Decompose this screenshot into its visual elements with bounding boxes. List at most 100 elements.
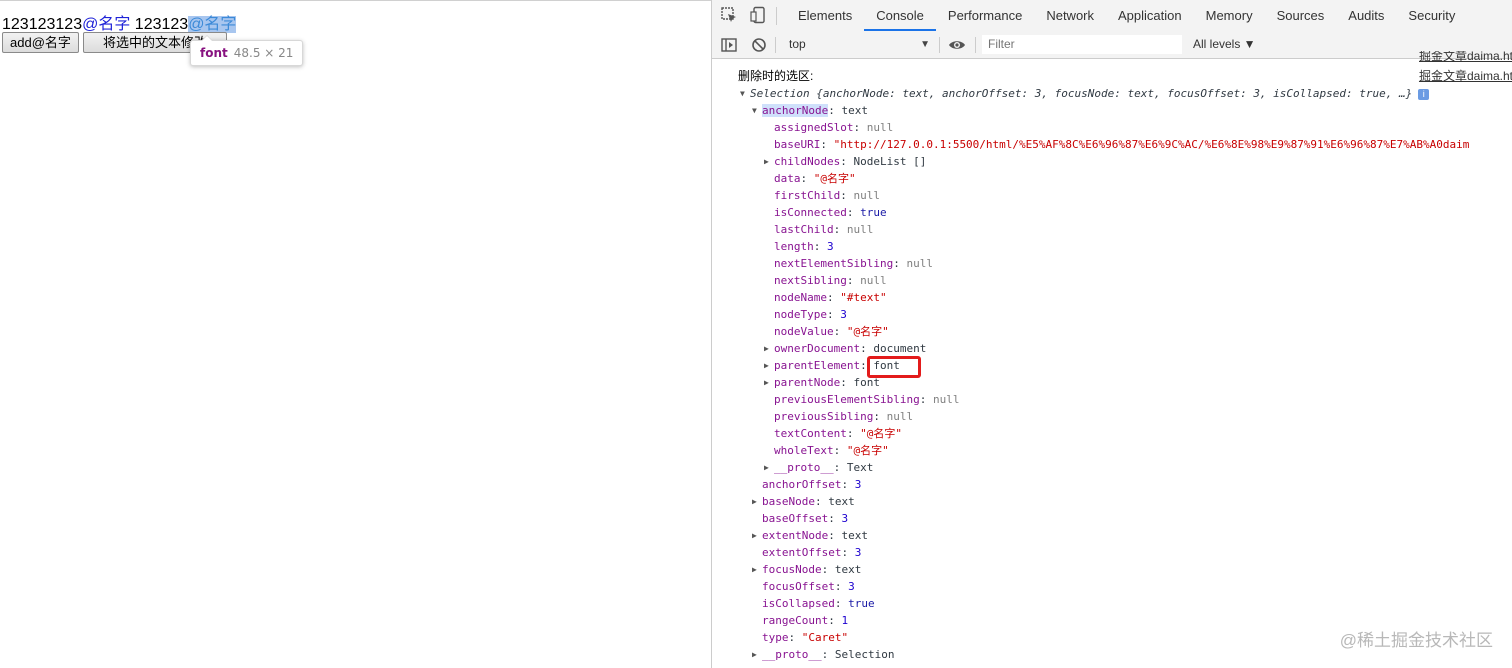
property-row[interactable]: ▶ parentNode: font bbox=[764, 374, 880, 391]
expand-triangle-icon[interactable]: ▶ bbox=[752, 646, 757, 663]
console-toolbar: top ▼ All levels ▼ bbox=[712, 31, 1512, 59]
tab-network[interactable]: Network bbox=[1034, 0, 1106, 31]
property-row[interactable]: ▶ focusNode: text bbox=[752, 561, 861, 578]
property-key: extentNode bbox=[762, 529, 829, 542]
console-filter-input[interactable] bbox=[982, 35, 1182, 54]
property-row[interactable]: ▶ ownerDocument: document bbox=[764, 340, 926, 357]
tab-performance[interactable]: Performance bbox=[936, 0, 1034, 31]
property-key: parentNode bbox=[774, 376, 841, 389]
source-link-top[interactable]: 掘金文章daima.ht bbox=[1419, 51, 1512, 63]
selected-mention-tag[interactable]: @名字 bbox=[188, 16, 237, 33]
property-value: "http://127.0.0.1:5500/html/%E5%AF%8C%E6… bbox=[833, 138, 1470, 151]
console-output: 掘金文章daima.ht 删除时的选区: 掘金文章daima.ht ▼ Selec… bbox=[712, 51, 1512, 668]
property-value: null bbox=[932, 393, 960, 406]
property-row: baseURI: "http://127.0.0.1:5500/html/%E5… bbox=[774, 136, 1469, 153]
property-row: isCollapsed: true bbox=[762, 595, 875, 612]
property-key: rangeCount bbox=[762, 614, 829, 627]
expanded-triangle-icon[interactable]: ▼ bbox=[752, 102, 757, 119]
property-row: nodeValue: "@名字" bbox=[774, 323, 889, 340]
tab-security[interactable]: Security bbox=[1396, 0, 1467, 31]
property-row: firstChild: null bbox=[774, 187, 880, 204]
tab-audits[interactable]: Audits bbox=[1336, 0, 1396, 31]
property-value: 3 bbox=[841, 512, 849, 525]
expand-triangle-icon[interactable]: ▶ bbox=[764, 357, 769, 374]
expand-triangle-icon[interactable]: ▶ bbox=[764, 340, 769, 357]
property-row[interactable]: ▶ __proto__: Selection bbox=[752, 646, 894, 663]
property-value: true bbox=[848, 597, 875, 610]
expanded-triangle-icon[interactable]: ▼ bbox=[740, 85, 745, 102]
tab-application[interactable]: Application bbox=[1106, 0, 1194, 31]
property-key: __proto__ bbox=[762, 648, 822, 661]
toolbar-separator bbox=[775, 37, 776, 53]
property-colon: : bbox=[834, 597, 849, 610]
log-message: 删除时的选区: bbox=[738, 69, 814, 83]
text-middle: 123123 bbox=[130, 16, 189, 33]
element-inspect-tooltip: font 48.5 × 21 bbox=[190, 35, 304, 66]
parent-element-highlight-box bbox=[867, 356, 921, 378]
property-row[interactable]: ▶ childNodes: NodeList [] bbox=[764, 153, 926, 170]
tab-elements[interactable]: Elements bbox=[786, 0, 864, 31]
expand-triangle-icon[interactable]: ▶ bbox=[764, 374, 769, 391]
context-selector-label: top bbox=[789, 37, 806, 51]
property-value: 3 bbox=[840, 308, 847, 321]
property-key: nextElementSibling bbox=[774, 257, 894, 270]
editable-text-line[interactable]: 123123123@名字 123123@名字 bbox=[2, 10, 237, 34]
property-colon: : bbox=[820, 138, 834, 151]
log-levels-dropdown[interactable]: All levels ▼ bbox=[1193, 31, 1256, 58]
property-colon: : bbox=[828, 529, 842, 542]
property-row: nodeType: 3 bbox=[774, 306, 847, 323]
property-key: nodeValue bbox=[774, 325, 834, 338]
property-colon: : bbox=[841, 546, 855, 559]
tab-memory[interactable]: Memory bbox=[1194, 0, 1265, 31]
property-colon: : bbox=[814, 495, 829, 508]
tab-console[interactable]: Console bbox=[864, 0, 936, 31]
property-value: null bbox=[860, 274, 887, 287]
text-prefix: 123123123 bbox=[2, 16, 83, 33]
property-colon: : bbox=[788, 631, 802, 644]
add-mention-button[interactable]: add@名字 bbox=[2, 32, 79, 53]
device-toolbar-icon[interactable] bbox=[750, 6, 768, 24]
property-value: text bbox=[828, 495, 855, 508]
anchor-node-row[interactable]: ▼ anchorNode: text bbox=[752, 102, 868, 119]
watermark-text: @稀土掘金技术社区 bbox=[1339, 631, 1493, 650]
chevron-down-icon: ▼ bbox=[920, 39, 930, 50]
property-value: "@名字" bbox=[860, 427, 902, 440]
property-colon: : bbox=[840, 189, 854, 202]
expand-triangle-icon[interactable]: ▶ bbox=[752, 527, 757, 544]
property-colon: : bbox=[860, 342, 874, 355]
property-value: 3 bbox=[827, 240, 834, 253]
property-row: rangeCount: 1 bbox=[762, 612, 848, 629]
expand-triangle-icon[interactable]: ▶ bbox=[752, 493, 757, 510]
context-selector[interactable]: top ▼ bbox=[782, 31, 930, 58]
toolbar-separator bbox=[939, 37, 940, 53]
property-key: isCollapsed bbox=[762, 597, 835, 610]
property-row[interactable]: ▶ extentNode: text bbox=[752, 527, 868, 544]
selection-object-summary[interactable]: ▼ Selection {anchorNode: text, anchorOffs… bbox=[740, 85, 1430, 102]
property-row[interactable]: ▶ baseNode: text bbox=[752, 493, 855, 510]
property-row[interactable]: ▶ __proto__: Text bbox=[764, 459, 873, 476]
mention-tag[interactable]: @名字 bbox=[82, 16, 130, 33]
property-key: extentOffset bbox=[762, 546, 842, 559]
source-link[interactable]: 掘金文章daima.ht bbox=[1419, 68, 1512, 85]
show-sidebar-icon[interactable] bbox=[720, 36, 738, 54]
page-viewport: 123123123@名字 123123@名字 add@名字 将选中的文本修改 f… bbox=[0, 0, 711, 668]
expand-triangle-icon[interactable]: ▶ bbox=[764, 459, 769, 476]
property-colon: : bbox=[834, 580, 849, 593]
devtools-panel: Elements Console Performance Network Applica… bbox=[711, 0, 1512, 668]
property-row: data: "@名字" bbox=[774, 170, 856, 187]
expand-triangle-icon[interactable]: ▶ bbox=[764, 153, 769, 170]
property-row: textContent: "@名字" bbox=[774, 425, 902, 442]
property-key: focusOffset bbox=[762, 580, 835, 593]
tooltip-tag-name: font bbox=[200, 46, 228, 60]
property-key: textContent bbox=[774, 427, 847, 440]
tab-sources[interactable]: Sources bbox=[1265, 0, 1337, 31]
live-expression-eye-icon[interactable] bbox=[948, 36, 966, 54]
expand-triangle-icon[interactable]: ▶ bbox=[752, 561, 757, 578]
property-key: __proto__ bbox=[774, 461, 834, 474]
property-row: lastChild: null bbox=[774, 221, 873, 238]
property-key: parentElement bbox=[774, 359, 861, 372]
property-key: length bbox=[774, 240, 814, 253]
clear-console-icon[interactable] bbox=[750, 36, 768, 54]
inspect-element-icon[interactable] bbox=[720, 6, 738, 24]
property-row: nextSibling: null bbox=[774, 272, 887, 289]
